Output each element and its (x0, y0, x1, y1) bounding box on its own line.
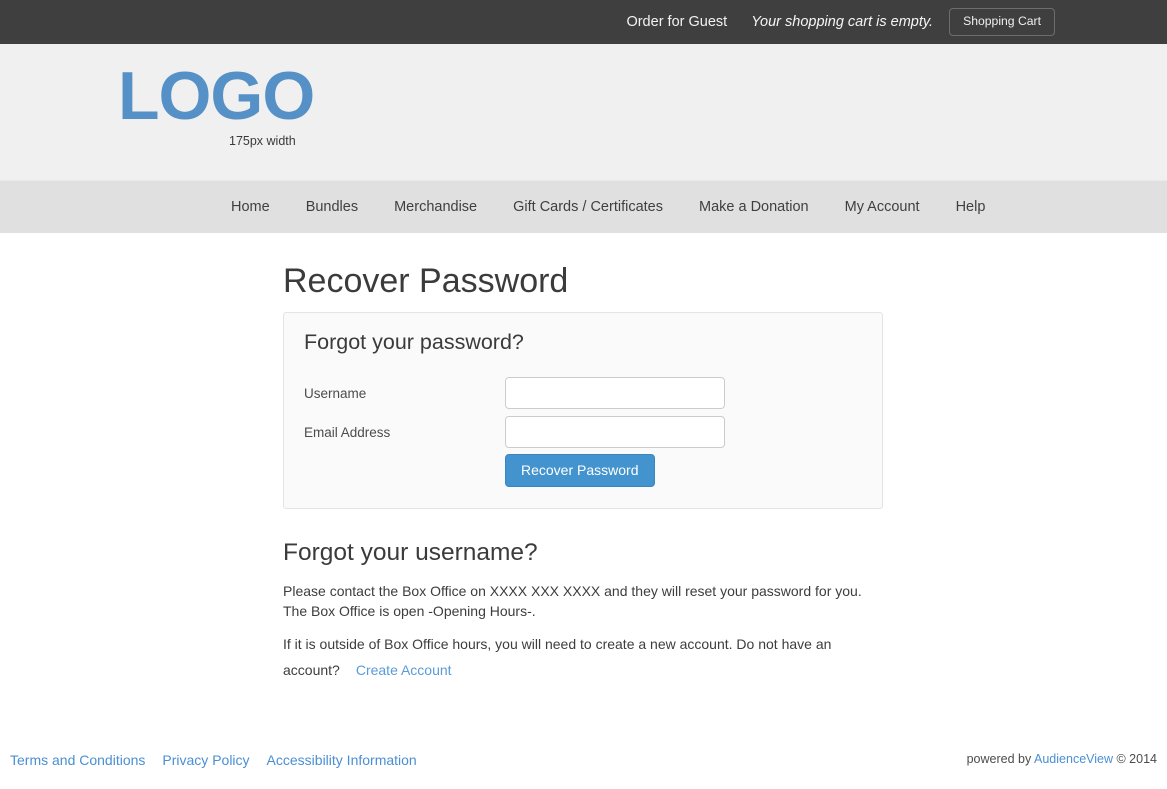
order-for-label: Order for Guest (626, 14, 728, 30)
recover-password-panel: Forgot your password? Username Email Add… (283, 312, 883, 509)
shopping-cart-button[interactable]: Shopping Cart (949, 7, 1055, 37)
username-input[interactable] (505, 377, 725, 409)
submit-row: Recover Password (505, 454, 655, 488)
site-logo[interactable]: LOGO (118, 62, 315, 130)
logo-band: LOGO 175px width (0, 44, 1167, 180)
nav-item-help[interactable]: Help (938, 199, 1004, 215)
main-content: Recover Password Forgot your password? U… (0, 233, 1167, 736)
footer-link-terms-and-conditions[interactable]: Terms and Conditions (10, 752, 145, 768)
box-office-contact-paragraph: Please contact the Box Office on XXXX XX… (283, 583, 862, 619)
powered-by-credit: powered by AudienceView © 2014 (967, 752, 1157, 766)
form-row-username: Username (304, 377, 864, 409)
logo-size-caption: 175px width (229, 134, 296, 148)
nav-item-my-account[interactable]: My Account (827, 199, 938, 215)
username-label: Username (304, 385, 367, 401)
copyright-text: © 2014 (1116, 752, 1158, 766)
cart-status-message: Your shopping cart is empty. (751, 14, 934, 30)
recover-password-button[interactable]: Recover Password (505, 454, 655, 488)
main-navigation: Home Bundles Merchandise Gift Cards / Ce… (0, 180, 1167, 233)
forgot-username-heading: Forgot your username? (283, 539, 538, 566)
powered-by-prefix: powered by (966, 752, 1032, 766)
audienceview-link[interactable]: AudienceView (1034, 752, 1113, 766)
email-address-label: Email Address (304, 424, 391, 440)
page-title: Recover Password (283, 262, 569, 300)
nav-item-bundles[interactable]: Bundles (288, 199, 376, 215)
email-address-input[interactable] (505, 416, 725, 448)
nav-item-merchandise[interactable]: Merchandise (376, 199, 495, 215)
top-utility-bar: Order for Guest Your shopping cart is em… (0, 0, 1167, 44)
create-account-paragraph: If it is outside of Box Office hours, yo… (283, 631, 885, 683)
nav-item-home[interactable]: Home (213, 199, 288, 215)
page-footer: Terms and Conditions Privacy Policy Acce… (0, 736, 1167, 789)
nav-item-gift-cards-certificates[interactable]: Gift Cards / Certificates (495, 199, 681, 215)
create-account-link[interactable]: Create Account (356, 662, 452, 678)
form-row-email: Email Address (304, 416, 864, 448)
footer-links: Terms and Conditions Privacy Policy Acce… (10, 752, 434, 768)
nav-item-make-a-donation[interactable]: Make a Donation (681, 199, 827, 215)
footer-link-privacy-policy[interactable]: Privacy Policy (162, 752, 249, 768)
panel-heading: Forgot your password? (304, 330, 524, 354)
footer-link-accessibility-information[interactable]: Accessibility Information (267, 752, 417, 768)
